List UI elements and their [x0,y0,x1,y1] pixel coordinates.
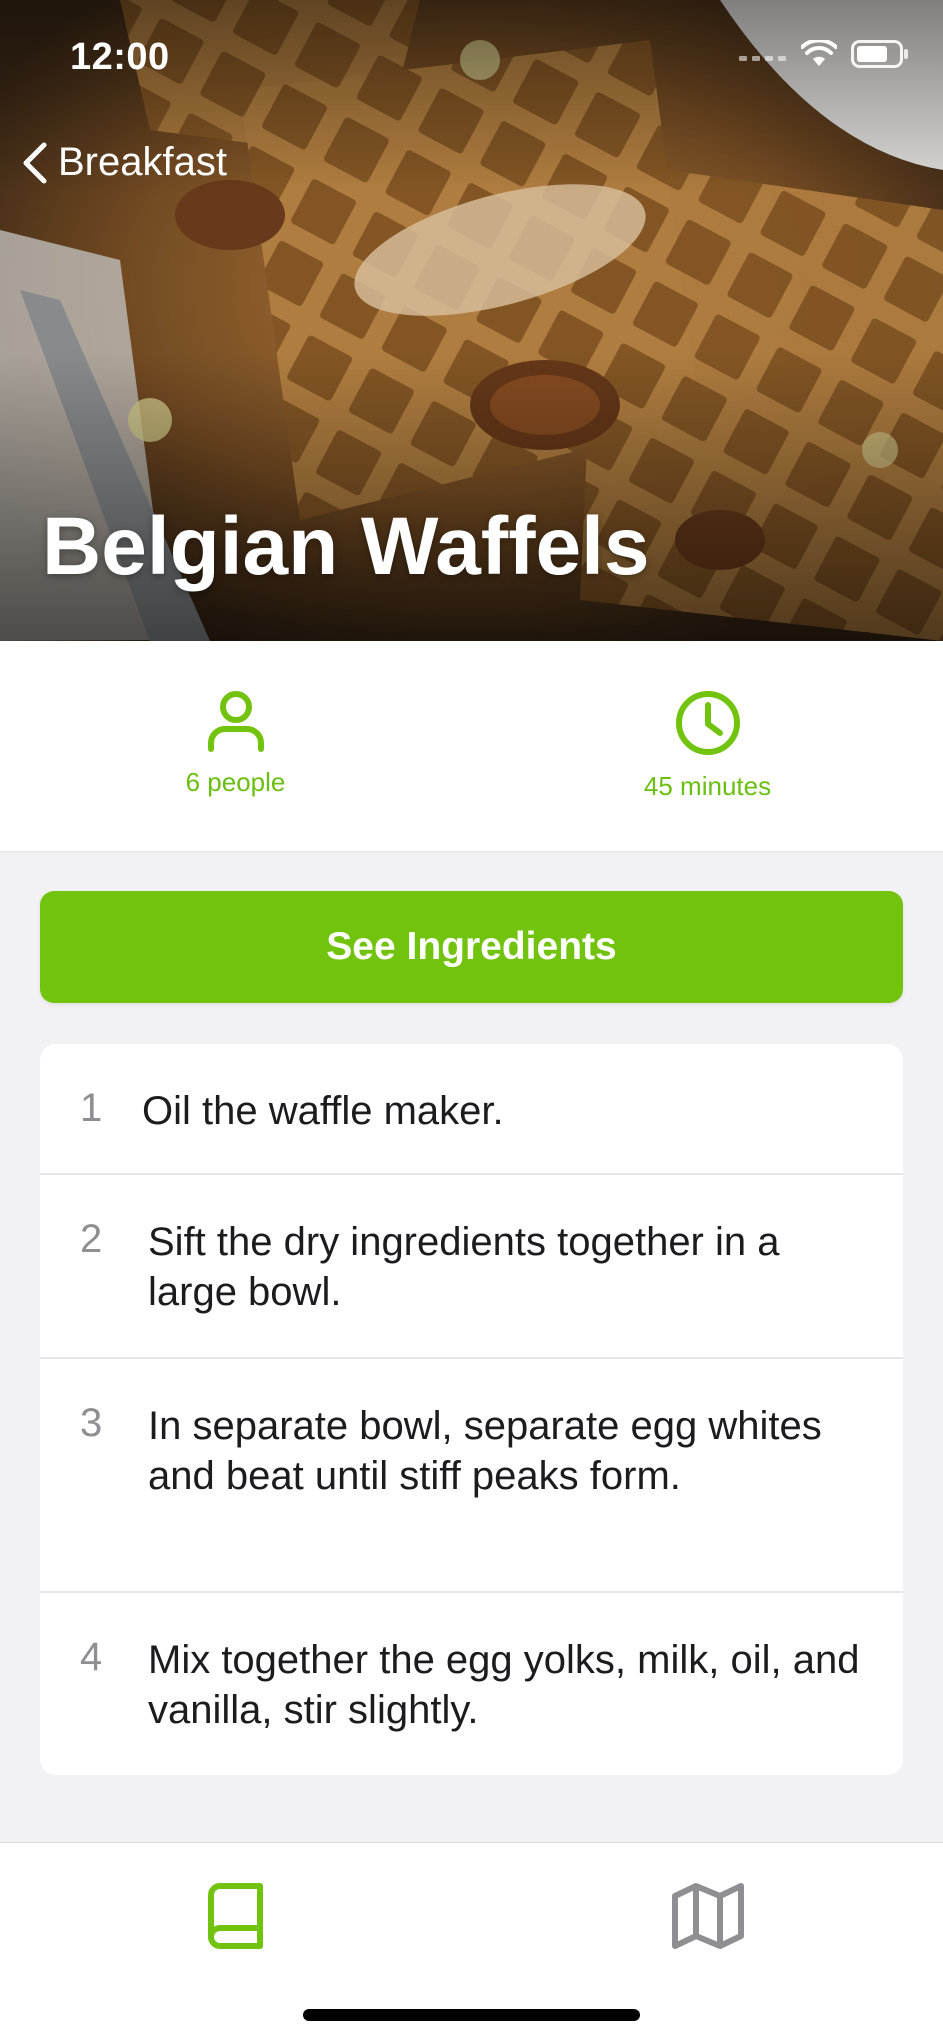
see-ingredients-button[interactable]: See Ingredients [40,891,903,1003]
status-time: 12:00 [70,36,170,78]
clock-icon [675,691,740,755]
recipe-info-bar: 6 people 45 minutes [0,641,943,852]
step-number: 2 [80,1217,103,1261]
step-text: Sift the dry ingredients together in a l… [148,1220,780,1314]
instructions-list: 1 Oil the waffle maker. 2 Sift the dry i… [40,1044,903,1775]
recipe-title: Belgian Waffels [42,501,650,592]
step-number: 4 [80,1635,103,1679]
instruction-step: 3 In separate bowl, separate egg whites … [40,1359,903,1593]
back-button-label: Breakfast [58,140,227,184]
duration-label: 45 minutes [643,771,772,801]
home-indicator [303,2009,640,2021]
book-icon [208,1883,263,1949]
servings-info: 6 people [0,641,471,851]
chevron-left-icon [23,142,47,183]
person-icon [207,691,264,752]
duration-info: 45 minutes [472,641,943,851]
step-text: In separate bowl, separate egg whites an… [148,1404,822,1498]
step-text: Mix together the egg yolks, milk, oil, a… [148,1638,860,1732]
recipe-detail-screen: 12:00 Breakfast Belgian Waffels 6 people… [0,0,943,2042]
map-icon [672,1883,744,1949]
battery-icon [851,40,908,68]
wifi-icon [801,40,837,66]
step-text: Oil the waffle maker. [142,1089,504,1133]
instruction-step: 1 Oil the waffle maker. [40,1044,903,1175]
back-button[interactable]: Breakfast [20,140,227,185]
hero-header: 12:00 Breakfast Belgian Waffels [0,0,943,641]
step-number: 1 [80,1086,103,1130]
status-icons [739,40,909,68]
cellular-signal-icon [739,56,786,61]
step-number: 3 [80,1401,103,1445]
tab-map[interactable] [648,1871,768,1961]
instruction-step: 2 Sift the dry ingredients together in a… [40,1175,903,1359]
instruction-step: 4 Mix together the egg yolks, milk, oil,… [40,1593,903,1775]
tab-recipes[interactable] [176,1871,296,1961]
servings-label: 6 people [185,767,286,797]
